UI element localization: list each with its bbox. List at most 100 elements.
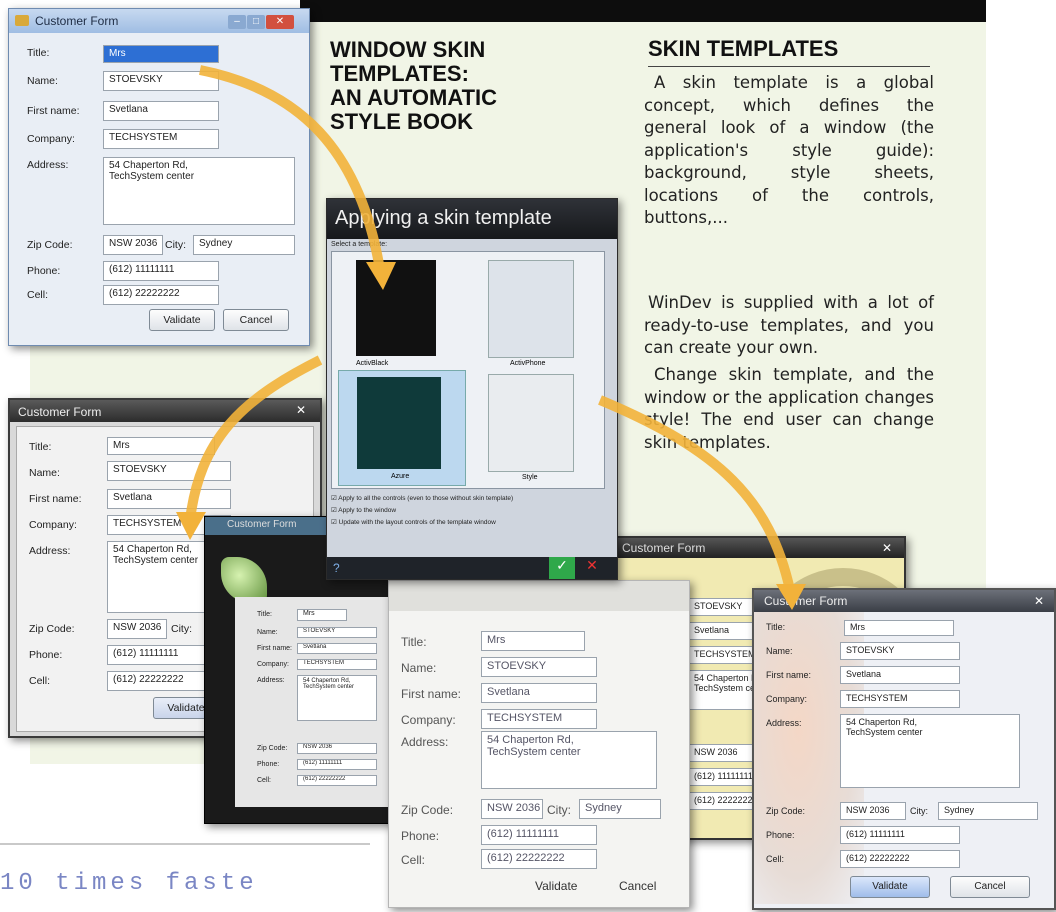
- cancel-button[interactable]: Cancel: [619, 879, 656, 893]
- title-select[interactable]: Mrs: [844, 620, 954, 636]
- name-label: Name:: [257, 629, 278, 636]
- validate-button[interactable]: Validate: [535, 879, 577, 893]
- ok-check-icon[interactable]: ✓: [549, 557, 575, 579]
- portrait-title-bar: Customer Form ✕: [754, 590, 1054, 612]
- cell-field[interactable]: (612) 22222222: [103, 285, 219, 305]
- validate-button[interactable]: Validate: [149, 309, 215, 331]
- checkbox-apply-window[interactable]: ☑ Apply to the window: [331, 505, 513, 517]
- address-field[interactable]: 54 Chaperton Rd, TechSystem center: [481, 731, 657, 789]
- cell-field[interactable]: (612) 22222222: [688, 792, 758, 810]
- name-label: Name:: [29, 467, 60, 479]
- address-line-2: TechSystem center: [487, 746, 581, 758]
- first-name-field[interactable]: Svetlana: [688, 622, 758, 640]
- title-select[interactable]: Mrs: [297, 609, 347, 621]
- template-thumb-activblack[interactable]: [356, 260, 436, 356]
- company-field[interactable]: TECHSYSTEM: [297, 659, 377, 670]
- phone-label: Phone:: [29, 649, 63, 661]
- phone-field[interactable]: (612) 11111111: [103, 261, 219, 281]
- cancel-button[interactable]: Cancel: [223, 309, 289, 331]
- paragraph-skin-template: A skin template is a global concept, whi…: [644, 73, 934, 227]
- cell-label: Cell:: [257, 777, 272, 784]
- zip-field[interactable]: NSW 2036: [103, 235, 163, 255]
- title-label: Title:: [29, 441, 52, 453]
- azure-preview: [357, 377, 441, 469]
- phone-label: Phone:: [766, 830, 795, 840]
- city-field[interactable]: Sydney: [938, 802, 1038, 820]
- cell-label: Cell:: [401, 853, 426, 867]
- checkbox-update-layout[interactable]: ☑ Update with the layout controls of the…: [331, 517, 513, 529]
- first-name-field[interactable]: Svetlana: [840, 666, 960, 684]
- phone-field[interactable]: (612) 11111111: [688, 768, 758, 786]
- cancel-button[interactable]: Cancel: [950, 876, 1030, 898]
- template-name: Azure: [391, 473, 410, 480]
- city-field[interactable]: Sydney: [579, 799, 661, 819]
- phone-field[interactable]: (612) 11111111: [840, 826, 960, 844]
- cell-field[interactable]: (612) 22222222: [840, 850, 960, 868]
- template-thumb-style[interactable]: [488, 374, 574, 472]
- address-field[interactable]: 54 Chaperton Rd, TechSystem center: [840, 714, 1020, 788]
- title-select[interactable]: Mrs: [103, 45, 219, 63]
- zip-field[interactable]: NSW 2036: [481, 799, 543, 819]
- close-icon[interactable]: ✕: [1034, 594, 1044, 608]
- dialog-header: Applying a skin template: [327, 199, 617, 239]
- window-title: Customer Form: [764, 594, 848, 608]
- name-field[interactable]: STOEVSKY: [481, 657, 597, 677]
- phone-label: Phone:: [401, 829, 440, 843]
- dialog-footer: ? ✓ ✕: [327, 557, 617, 579]
- name-field[interactable]: STOEVSKY: [103, 71, 219, 91]
- name-field[interactable]: STOEVSKY: [688, 598, 758, 616]
- company-label: Company:: [29, 519, 77, 531]
- minimize-icon[interactable]: –: [228, 15, 246, 29]
- checkbox-apply-all[interactable]: ☑ Apply to all the controls (even to tho…: [331, 493, 513, 505]
- close-icon[interactable]: ✕: [882, 541, 892, 555]
- zip-field[interactable]: NSW 2036: [107, 619, 167, 639]
- first-name-field[interactable]: Svetlana: [297, 643, 377, 654]
- cell-field[interactable]: (612) 22222222: [481, 849, 597, 869]
- address-label: Address:: [766, 718, 802, 728]
- title-label: Title:: [401, 635, 427, 649]
- address-field[interactable]: 54 Chaperton Rd, TechSystem center: [297, 675, 377, 721]
- template-thumb-azure-selected[interactable]: Azure: [338, 370, 466, 486]
- first-name-field[interactable]: Svetlana: [481, 683, 597, 703]
- first-name-field[interactable]: Svetlana: [107, 489, 231, 509]
- city-field[interactable]: Sydney: [193, 235, 295, 255]
- footer-rule: [0, 843, 370, 845]
- cell-label: Cell:: [29, 675, 51, 687]
- company-label: Company:: [257, 661, 289, 668]
- title-label: Title:: [766, 622, 786, 632]
- phone-field[interactable]: (612) 11111111: [297, 759, 377, 770]
- company-field[interactable]: TECHSYSTEM: [103, 129, 219, 149]
- name-label: Name:: [766, 646, 793, 656]
- close-icon[interactable]: ✕: [296, 403, 306, 417]
- zip-field[interactable]: NSW 2036: [840, 802, 906, 820]
- address-field[interactable]: 54 Chaperton Rd, TechSystem center: [103, 157, 295, 225]
- cancel-x-icon[interactable]: ✕: [579, 557, 605, 579]
- phone-field[interactable]: (612) 11111111: [107, 645, 213, 665]
- zip-field[interactable]: NSW 2036: [688, 744, 758, 762]
- address-field[interactable]: 54 Chaperton Rd, TechSystem center: [688, 670, 758, 710]
- close-icon[interactable]: ✕: [266, 15, 294, 29]
- first-name-label: First name:: [27, 105, 80, 117]
- name-field[interactable]: STOEVSKY: [107, 461, 231, 481]
- title-select[interactable]: Mrs: [107, 437, 215, 455]
- cell-field[interactable]: (612) 22222222: [107, 671, 213, 691]
- validate-button[interactable]: Validate: [850, 876, 930, 898]
- name-field[interactable]: STOEVSKY: [297, 627, 377, 638]
- template-thumb-activphone[interactable]: [488, 260, 574, 358]
- help-icon[interactable]: ?: [333, 561, 340, 575]
- address-line-1: 54 Chaperton Rd,: [487, 734, 574, 746]
- company-field[interactable]: TECHSYSTEM: [688, 646, 758, 664]
- company-field[interactable]: TECHSYSTEM: [481, 709, 597, 729]
- name-field[interactable]: STOEVSKY: [840, 642, 960, 660]
- address-line-2: TechSystem center: [694, 683, 757, 693]
- cell-field[interactable]: (612) 22222222: [297, 775, 377, 786]
- phone-field[interactable]: (612) 11111111: [481, 825, 597, 845]
- template-list[interactable]: ActivBlack ActivPhone Azure Style: [331, 251, 605, 489]
- company-field[interactable]: TECHSYSTEM: [840, 690, 960, 708]
- first-name-field[interactable]: Svetlana: [103, 101, 219, 121]
- first-name-label: First name:: [401, 687, 462, 701]
- maximize-icon[interactable]: □: [247, 15, 265, 29]
- title-select[interactable]: Mrs: [481, 631, 585, 651]
- title-label: Title:: [27, 47, 50, 59]
- zip-field[interactable]: NSW 2036: [297, 743, 377, 754]
